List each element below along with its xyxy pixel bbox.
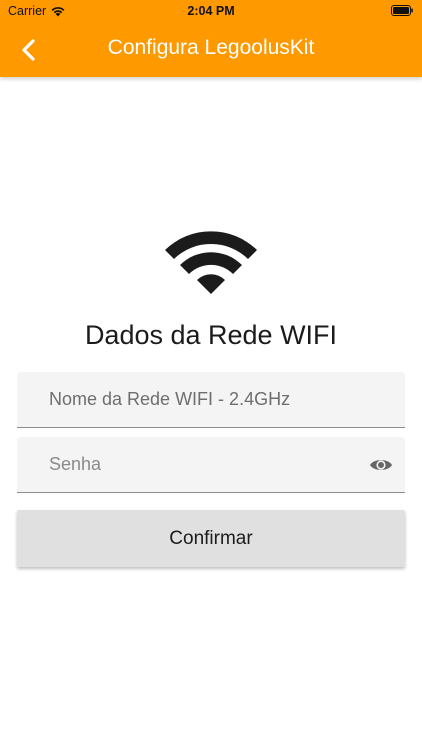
confirm-button[interactable]: Confirmar [17,510,405,567]
password-field[interactable] [17,437,405,493]
nav-bar: Configura LegoolusKit [0,22,422,77]
network-name-field[interactable] [17,372,405,428]
status-time: 2:04 PM [187,4,235,18]
wifi-config-screen: Carrier 2:04 PM Configura LegoolusKit Da… [0,0,422,750]
status-bar: Carrier 2:04 PM [0,0,422,22]
network-name-input[interactable] [17,372,405,427]
wifi-icon [165,231,257,294]
password-input[interactable] [17,437,405,492]
page-title: Configura LegoolusKit [107,36,315,59]
battery-icon [391,5,413,16]
top-bar: Carrier 2:04 PM Configura LegoolusKit [0,0,422,77]
eye-icon[interactable] [369,455,393,475]
section-heading: Dados da Rede WIFI [84,320,338,350]
